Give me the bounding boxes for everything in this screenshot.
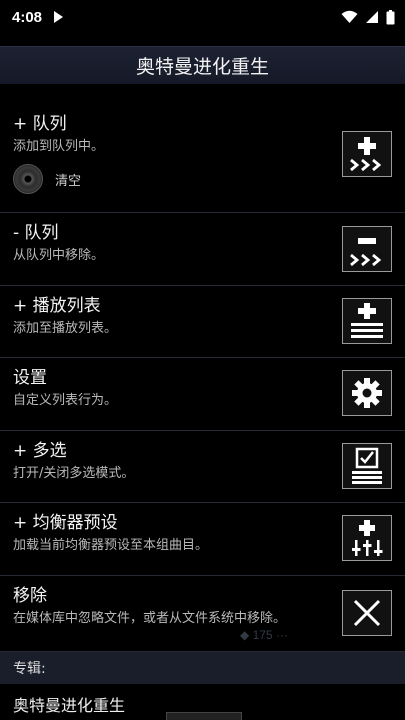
menu-item-desc: 在媒体库中忽略文件，或者从文件系统中移除。 (13, 611, 287, 626)
equalizer-icon (352, 520, 383, 556)
bottom-drag-handle[interactable] (166, 712, 242, 720)
multi-select-button[interactable] (342, 443, 392, 489)
menu-item-remove[interactable]: 移除 在媒体库中忽略文件，或者从文件系统中移除。 (0, 576, 405, 652)
menu-item-title: 移除 (13, 586, 47, 606)
status-bar: 4:08 (0, 0, 405, 34)
play-notification-icon (54, 11, 64, 23)
menu-item-desc: 添加至播放列表。 (13, 321, 118, 336)
status-time: 4:08 (12, 8, 43, 26)
add-to-queue-icon (350, 137, 382, 172)
status-icons (341, 9, 395, 25)
menu-item-desc: 自定义列表行为。 (13, 393, 118, 408)
page-title: 奥特曼进化重生 (0, 46, 405, 84)
queue-clear-option[interactable]: 清空 (13, 164, 325, 194)
menu-item-desc: 添加到队列中。 (13, 139, 105, 154)
menu-item-title: 设置 (13, 368, 47, 388)
menu-item-title: + 队列 (13, 114, 67, 134)
menu-item-desc: 打开/关闭多选模式。 (13, 466, 135, 481)
menu-item-title: + 多选 (13, 441, 67, 461)
album-name[interactable]: 奥特曼进化重生 (13, 692, 125, 716)
add-to-queue-button[interactable] (342, 131, 392, 177)
multi-select-icon (352, 447, 382, 484)
remove-from-queue-button[interactable] (342, 226, 392, 272)
wifi-icon (341, 10, 358, 23)
signal-icon (366, 11, 378, 23)
gear-icon (352, 378, 382, 408)
add-to-playlist-button[interactable] (342, 298, 392, 344)
context-menu-list: + 队列 添加到队列中。 清空 - 队列 从队列中移除。 + 播放列表 添加至播… (0, 104, 405, 652)
battery-icon (386, 9, 395, 24)
menu-item-title: + 均衡器预设 (13, 513, 118, 533)
remove-from-queue-icon (350, 238, 382, 267)
close-icon (353, 599, 381, 627)
menu-item-multi-select[interactable]: + 多选 打开/关闭多选模式。 (0, 431, 405, 503)
menu-item-title: + 播放列表 (13, 296, 101, 316)
menu-item-settings[interactable]: 设置 自定义列表行为。 (0, 358, 405, 431)
menu-item-remove-queue[interactable]: - 队列 从队列中移除。 (0, 213, 405, 286)
watermark: ◆ 175 ··· (240, 628, 288, 642)
remove-button[interactable] (342, 590, 392, 636)
menu-item-add-queue[interactable]: + 队列 添加到队列中。 清空 (0, 104, 405, 213)
add-to-playlist-icon (351, 303, 383, 338)
menu-item-title: - 队列 (13, 223, 59, 243)
equalizer-preset-button[interactable] (342, 515, 392, 561)
menu-item-add-playlist[interactable]: + 播放列表 添加至播放列表。 (0, 286, 405, 358)
menu-item-desc: 加载当前均衡器预设至本组曲目。 (13, 538, 209, 553)
queue-clear-label: 清空 (55, 173, 82, 189)
menu-item-desc: 从队列中移除。 (13, 248, 105, 263)
menu-item-eq-preset[interactable]: + 均衡器预设 加载当前均衡器预设至本组曲目。 (0, 503, 405, 576)
disc-icon[interactable] (13, 164, 43, 194)
album-section-header: 专辑: (0, 652, 405, 684)
settings-button[interactable] (342, 370, 392, 416)
